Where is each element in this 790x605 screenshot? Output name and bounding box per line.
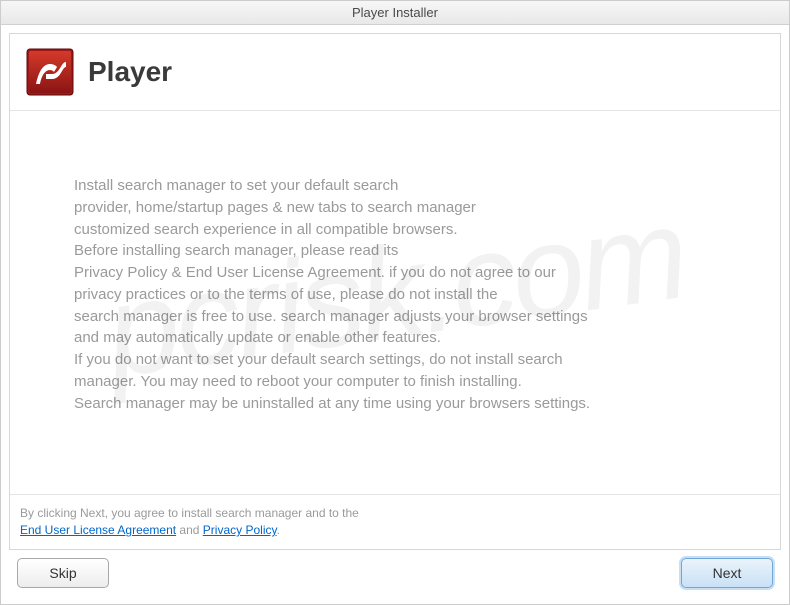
titlebar: Player Installer <box>1 1 789 25</box>
installer-window: Player Installer pcrisk.com <box>0 0 790 605</box>
next-button[interactable]: Next <box>681 558 773 588</box>
eula-link[interactable]: End User License Agreement <box>20 523 176 537</box>
inner-panel: pcrisk.com <box>9 33 781 550</box>
body-text: Install search manager to set your defau… <box>10 111 780 494</box>
footer-prefix: By clicking Next, you agree to install s… <box>20 506 359 520</box>
skip-button[interactable]: Skip <box>17 558 109 588</box>
window-title: Player Installer <box>352 5 438 20</box>
header-title: Player <box>88 56 172 88</box>
flash-player-icon <box>26 48 74 96</box>
disclosure-text: Install search manager to set your defau… <box>74 175 716 414</box>
footer-note: By clicking Next, you agree to install s… <box>10 494 780 549</box>
button-bar: Skip Next <box>9 550 781 596</box>
header: Player <box>10 34 780 111</box>
footer-and: and <box>176 523 203 537</box>
privacy-policy-link[interactable]: Privacy Policy <box>203 523 277 537</box>
content-wrapper: pcrisk.com <box>1 25 789 604</box>
footer-suffix: . <box>277 523 280 537</box>
